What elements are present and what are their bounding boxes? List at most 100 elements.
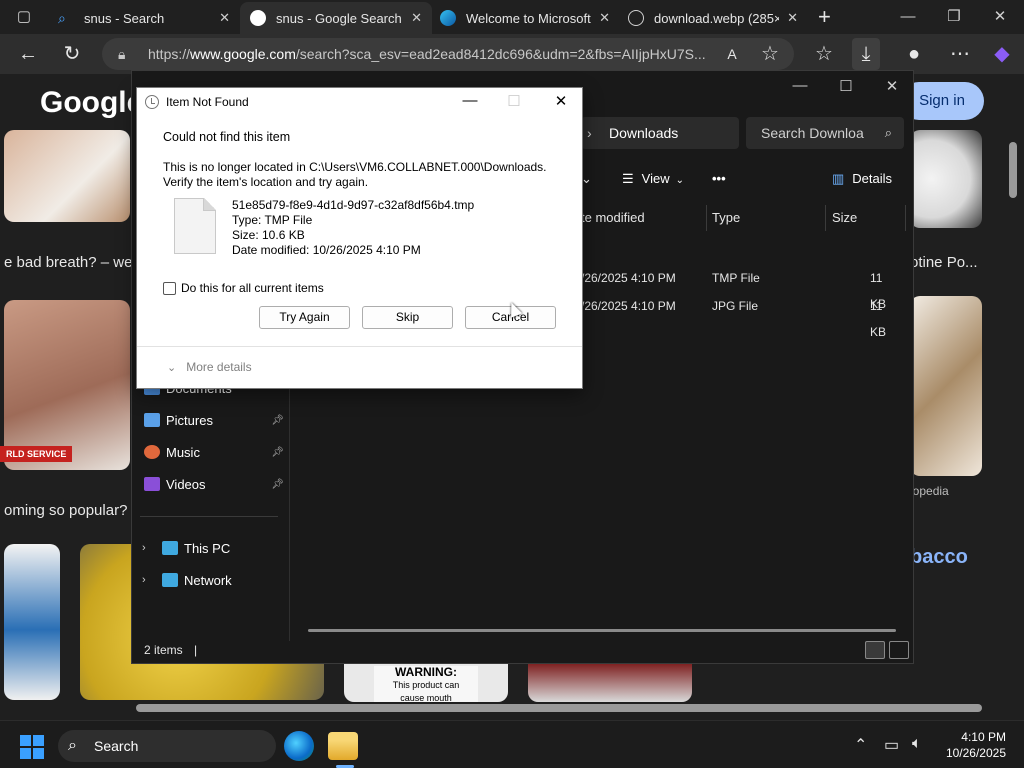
cell-type: TMP File <box>712 271 760 285</box>
url-field[interactable]: 🔒︎ https://www.google.com/search?sca_esv… <box>102 38 794 70</box>
pin-icon[interactable]: 📌︎ <box>271 479 284 490</box>
music-icon <box>144 445 160 459</box>
read-aloud-icon[interactable]: A <box>718 40 746 68</box>
minimize-icon[interactable]: — <box>888 0 928 34</box>
windows-start-icon[interactable] <box>20 735 44 759</box>
tab-actions-icon[interactable]: ▢ <box>4 0 44 34</box>
page-vertical-scrollbar[interactable] <box>1006 74 1020 694</box>
file-explorer-icon[interactable] <box>328 732 358 760</box>
column-header-type[interactable]: Type <box>712 205 826 231</box>
image-caption[interactable]: oming so popular? – <box>4 502 140 519</box>
minimize-icon[interactable]: — <box>780 77 820 94</box>
copilot-icon[interactable]: ◆ <box>988 40 1016 68</box>
table-row[interactable]: /26/2025 4:10 PM JPG File 11 KB <box>581 293 901 339</box>
display-icon[interactable]: ▭ <box>884 735 899 755</box>
try-again-button[interactable]: Try Again <box>259 306 350 329</box>
pictures-icon <box>144 413 160 427</box>
nav-label: Videos <box>166 476 206 492</box>
downloads-icon[interactable]: ⤓ <box>852 38 880 70</box>
large-icons-view-icon[interactable] <box>889 641 909 659</box>
tab-title: snus - Search <box>84 10 165 26</box>
more-details-toggle[interactable]: ⌄ More details <box>167 360 252 374</box>
image-result-tin-white[interactable] <box>910 130 982 228</box>
checkbox-box[interactable] <box>163 281 176 295</box>
back-arrow-icon[interactable]: ← <box>14 40 42 68</box>
more-details-label: More details <box>186 360 252 374</box>
nav-label: Music <box>166 444 200 460</box>
profile-icon[interactable]: ● <box>900 40 928 68</box>
news-badge: RLD SERVICE <box>0 446 73 462</box>
more-options-icon[interactable]: ⋯ <box>946 40 974 68</box>
favorite-star-icon[interactable]: ☆ <box>756 40 784 68</box>
tab-welcome-edge[interactable]: Welcome to Microsoft E ✕ <box>430 2 620 34</box>
tab-google-search[interactable]: snus - Google Search ✕ <box>240 2 432 34</box>
page-horizontal-scrollbar[interactable] <box>8 702 998 714</box>
image-caption[interactable]: otine Po... <box>910 254 978 271</box>
nav-item-videos[interactable]: Videos 📌︎ <box>144 469 284 499</box>
image-caption[interactable]: e bad breath? – wel <box>4 254 136 271</box>
new-tab-icon[interactable]: + <box>818 4 831 30</box>
maximize-icon[interactable]: ☐ <box>826 77 866 95</box>
column-header-date[interactable]: te modified <box>581 205 707 231</box>
item-count: 2 items <box>144 643 183 657</box>
pin-icon[interactable]: 📌︎ <box>271 415 284 426</box>
image-result-pouch[interactable] <box>910 296 982 476</box>
chevron-up-icon[interactable]: ⌃ <box>854 735 867 755</box>
close-tab-icon[interactable]: ✕ <box>219 10 230 26</box>
close-tab-icon[interactable]: ✕ <box>787 10 798 26</box>
content-horizontal-scrollbar[interactable] <box>308 629 896 632</box>
nav-item-pictures[interactable]: Pictures 📌︎ <box>144 405 284 435</box>
dialog-heading: Could not find this item <box>163 130 291 144</box>
more-options-button[interactable]: ••• <box>712 171 726 186</box>
pin-icon[interactable]: 📌︎ <box>271 447 284 458</box>
close-window-icon[interactable]: ✕ <box>980 0 1020 34</box>
details-icon: ▥ <box>832 171 845 186</box>
navigation-pane: Documents Pictures 📌︎ Music 📌︎ Videos 📌︎… <box>132 371 290 641</box>
nav-label: This PC <box>184 540 231 556</box>
close-icon[interactable]: ✕ <box>541 92 581 110</box>
image-caption[interactable]: lopedia <box>910 484 949 498</box>
search-field[interactable]: Search Downloa ⌕ <box>746 117 904 149</box>
nav-label: Network <box>184 572 232 588</box>
maximize-icon: ☐ <box>507 93 521 110</box>
image-result-pouches-hand[interactable] <box>4 130 130 222</box>
image-result-can-blue[interactable] <box>4 544 60 700</box>
details-pane-button[interactable]: ▥ Details <box>832 171 892 187</box>
nav-item-this-pc[interactable]: › This PC <box>142 533 284 563</box>
view-button[interactable]: ☰ View ⌄ <box>622 171 684 187</box>
refresh-icon[interactable]: ↻ <box>58 40 86 68</box>
chevron-right-icon[interactable]: › <box>142 542 146 554</box>
breadcrumb[interactable]: › Downloads <box>581 117 739 149</box>
dialog-message: This is no longer located in C:\Users\VM… <box>163 160 563 190</box>
scroll-thumb[interactable] <box>1009 142 1017 198</box>
minimize-icon[interactable]: — <box>450 92 490 109</box>
edge-icon[interactable] <box>284 731 314 761</box>
details-view-icon[interactable] <box>865 641 885 659</box>
volume-icon[interactable]: 🔈︎ <box>912 735 922 753</box>
tab-snus-search[interactable]: ⌕ snus - Search ✕ <box>48 2 240 34</box>
favorites-icon[interactable]: ☆ <box>810 40 838 68</box>
restore-icon[interactable]: ❐ <box>934 0 974 34</box>
dialog-title: Item Not Found <box>166 95 249 109</box>
image-result-warning[interactable]: WARNING: This product can cause mouth <box>344 662 508 703</box>
scroll-thumb[interactable] <box>136 704 982 712</box>
apply-all-checkbox[interactable]: Do this for all current items <box>163 281 324 295</box>
column-header-size[interactable]: Size <box>832 205 906 231</box>
image-caption[interactable]: bacco <box>910 546 968 569</box>
nav-item-music[interactable]: Music 📌︎ <box>144 437 284 467</box>
globe-icon <box>628 10 644 26</box>
lock-icon: 🔒︎ <box>118 45 126 62</box>
tab-download-webp[interactable]: download.webp (285×1 ✕ <box>618 2 808 34</box>
table-row[interactable]: /26/2025 4:10 PM TMP File 11 KB <box>581 265 901 311</box>
close-tab-icon[interactable]: ✕ <box>411 10 422 26</box>
chevron-right-icon[interactable]: › <box>142 574 146 586</box>
clock[interactable]: 4:10 PM 10/26/2025 <box>936 729 1006 761</box>
skip-button[interactable]: Skip <box>362 306 453 329</box>
close-window-icon[interactable]: ✕ <box>872 77 912 95</box>
close-tab-icon[interactable]: ✕ <box>599 10 610 26</box>
nav-item-network[interactable]: › Network <box>142 565 284 595</box>
clock-icon <box>145 95 159 109</box>
taskbar-search[interactable]: ⌕ Search <box>58 730 276 762</box>
image-result-man-mouth[interactable] <box>4 300 130 470</box>
image-result-tin-red[interactable] <box>528 662 692 702</box>
